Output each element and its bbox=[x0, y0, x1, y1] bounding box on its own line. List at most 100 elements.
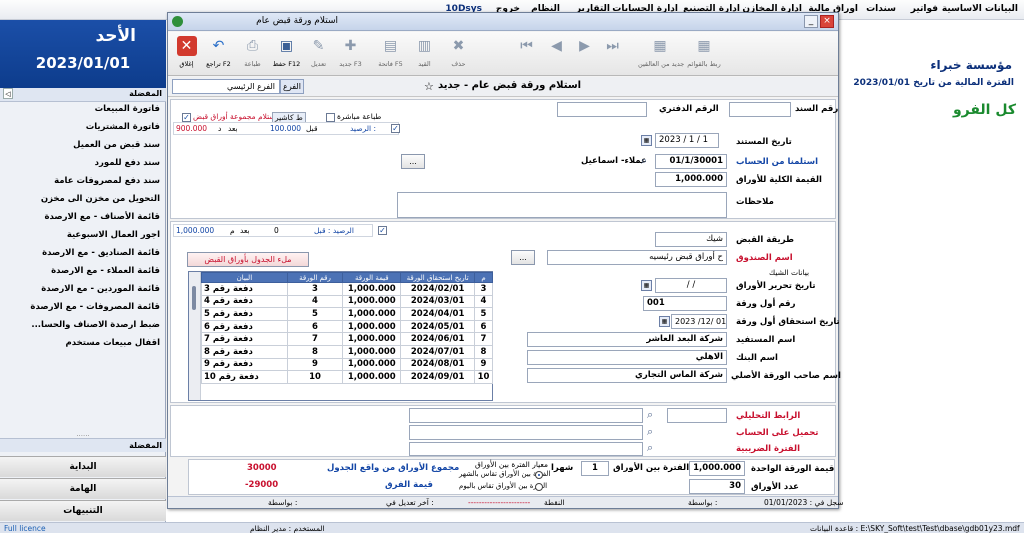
col-value[interactable]: قيمة الورقة bbox=[342, 272, 402, 283]
table-row[interactable]: دفعة رقم 8 8 1,000.000 2024/07/01 8 bbox=[201, 344, 493, 359]
menu-basic-data[interactable]: البيانات الاساسية bbox=[942, 4, 1018, 14]
entry-button[interactable]: ▥ القيد bbox=[410, 34, 439, 74]
opt-day-radio[interactable] bbox=[535, 483, 543, 491]
bank-field[interactable]: الاهلي bbox=[527, 350, 727, 365]
link-lists-button[interactable]: ▦ ربط بالقوائم bbox=[684, 34, 724, 74]
count-field[interactable]: 30 bbox=[689, 479, 745, 494]
fav-balance-adjust[interactable]: ضبط ارصدة الاصناف والحسا... bbox=[0, 320, 160, 330]
print-button[interactable]: ⎙ طباعة bbox=[238, 34, 267, 74]
analytic-code-field[interactable] bbox=[667, 408, 727, 423]
balance1-after: 900.000 bbox=[176, 124, 208, 133]
tax-period-field[interactable] bbox=[409, 442, 643, 456]
grid-scrollbar[interactable] bbox=[189, 272, 201, 400]
table-row[interactable]: دفعة رقم 7 7 1,000.000 2024/06/01 7 bbox=[201, 332, 493, 346]
edit-button[interactable]: ✎ تعديل bbox=[304, 34, 333, 74]
close-window-button[interactable]: × bbox=[820, 15, 834, 28]
account-code-field[interactable]: 01/1/30001 bbox=[655, 154, 727, 169]
prev-record-button[interactable]: ◀ bbox=[542, 34, 571, 74]
total-value-field[interactable]: 1,000.000 bbox=[655, 172, 727, 187]
day-name: الأحد bbox=[95, 26, 136, 46]
summary-panel: 30000 مجموع الأوراق من واقع الجدول 29000… bbox=[188, 459, 835, 495]
fill-table-button[interactable]: ملء الجدول بأوراق القبض bbox=[187, 252, 309, 267]
col-description[interactable]: البيان bbox=[201, 272, 288, 283]
fav-weekly-wages[interactable]: اجور العمال الاسبوعية bbox=[0, 230, 160, 240]
period-field[interactable]: 1 bbox=[581, 461, 609, 476]
receive-group-checkbox[interactable]: ✓ bbox=[182, 113, 191, 122]
table-row[interactable]: دفعة رقم 6 6 1,000.000 2024/05/01 6 bbox=[201, 319, 493, 334]
balance-checkbox-1[interactable]: ✓ bbox=[391, 124, 400, 133]
branch-select[interactable]: الفرع الرئيسي bbox=[172, 79, 280, 94]
last-icon: ⏭ bbox=[606, 38, 619, 54]
collapse-icon[interactable]: ◁ bbox=[3, 88, 13, 99]
first-no-field[interactable]: 001 bbox=[643, 296, 727, 311]
grid-scroll-thumb[interactable] bbox=[192, 286, 196, 310]
fav-supplier-payment[interactable]: سند دفع للمورد bbox=[0, 158, 160, 168]
account-browse-button[interactable]: ... bbox=[401, 154, 425, 169]
method-select[interactable]: شيك bbox=[655, 232, 727, 247]
box-select[interactable]: ح أوراق قبض رئيسيه bbox=[547, 250, 727, 265]
issue-calendar-icon[interactable]: ▦ bbox=[641, 280, 652, 291]
menu-vouchers[interactable]: سندات bbox=[866, 4, 896, 14]
fav-expenses-list[interactable]: قائمة المصروفات - مع الارصدة bbox=[0, 302, 160, 312]
fav-customers-list[interactable]: قائمة العملاء - مع الارصدة bbox=[0, 266, 160, 276]
period-label: الفترة بين الأوراق bbox=[613, 463, 690, 473]
table-row[interactable]: دفعة رقم 4 4 1,000.000 2024/03/01 4 bbox=[201, 294, 493, 309]
fav-customer-receipt[interactable]: سند قبض من العميل bbox=[0, 140, 160, 150]
minimize-button[interactable]: _ bbox=[804, 15, 818, 28]
tax-search-icon[interactable]: ⌕ bbox=[647, 441, 660, 454]
notes-field[interactable] bbox=[397, 192, 727, 218]
doc-date-field[interactable]: 2023 / 1 / 1 bbox=[655, 133, 719, 148]
important-button[interactable]: الهامة bbox=[0, 478, 166, 499]
box-browse-button[interactable]: ... bbox=[511, 250, 535, 265]
unit-value-field[interactable]: 1,000.000 bbox=[689, 461, 745, 476]
papers-grid[interactable]: البيان رقم الورقة قيمة الورقة تاريخ استح… bbox=[188, 271, 493, 401]
due-date-field[interactable]: 2023 /12/ 01 bbox=[671, 314, 727, 329]
office-no-field[interactable] bbox=[557, 102, 647, 117]
load-account-field[interactable] bbox=[409, 425, 643, 440]
col-index[interactable]: م bbox=[474, 272, 493, 283]
load-search-icon[interactable]: ⌕ bbox=[647, 425, 660, 438]
start-button[interactable]: البداية bbox=[0, 456, 166, 477]
issue-date-field[interactable]: / / bbox=[655, 278, 727, 293]
last-record-button[interactable]: ⏭ bbox=[598, 34, 627, 74]
opt-month-radio[interactable] bbox=[535, 471, 543, 479]
save-button[interactable]: ▣ حفظ F12 bbox=[272, 34, 301, 74]
splitter-dots[interactable]: ...... bbox=[0, 430, 166, 438]
table-row[interactable]: دفعة رقم 5 5 1,000.000 2024/04/01 5 bbox=[201, 307, 493, 321]
beneficiary-field[interactable]: شركة البعد العاشر bbox=[527, 332, 727, 347]
analytic-link-field[interactable] bbox=[409, 408, 643, 423]
fav-purchase-invoice[interactable]: فاتورة المشتريات bbox=[0, 122, 160, 132]
menu-invoices[interactable]: فواتير bbox=[911, 4, 938, 14]
search-icon[interactable]: ⌕ bbox=[641, 154, 654, 167]
star-icon[interactable]: ☆ bbox=[424, 80, 434, 93]
first-record-button[interactable]: ⏮ bbox=[512, 34, 541, 74]
close-button[interactable]: ✕ إغلاق bbox=[172, 34, 201, 74]
balance-checkbox-2[interactable]: ✓ bbox=[378, 226, 387, 235]
fav-boxes-list[interactable]: قائمة الصناديق - مع الارصدة bbox=[0, 248, 160, 258]
new-button[interactable]: ✚ جديد F3 bbox=[336, 34, 365, 74]
owner-field[interactable]: شركة الماس التجاري bbox=[527, 368, 727, 383]
fav-items-list[interactable]: قائمة الأصناف - مع الارصدة bbox=[0, 212, 160, 222]
fav-close-user-sales[interactable]: اقفال مبيعات مستخدم bbox=[0, 338, 160, 348]
direct-print-checkbox[interactable] bbox=[326, 113, 335, 122]
table-row[interactable]: دفعة رقم 9 9 1,000.000 2024/08/01 9 bbox=[201, 357, 493, 372]
open-button[interactable]: ▤ فاتحة F5 bbox=[376, 34, 405, 74]
table-row[interactable]: دفعة رقم 3 3 1,000.000 2024/02/01 3 bbox=[201, 282, 493, 296]
analytic-search-icon[interactable]: ⌕ bbox=[647, 408, 660, 421]
next-record-button[interactable]: ▶ bbox=[570, 34, 599, 74]
undo-button[interactable]: ↶ تراجع F2 bbox=[204, 34, 233, 74]
table-row[interactable]: دفعة رقم 10 10 1,000.000 2024/09/01 10 bbox=[201, 370, 493, 384]
delete-button[interactable]: ✖ حذف bbox=[444, 34, 473, 74]
points-value: ----------------------- bbox=[468, 498, 531, 507]
fav-suppliers-list[interactable]: قائمة الموردين - مع الارصدة bbox=[0, 284, 160, 294]
due-calendar-icon[interactable]: ▦ bbox=[659, 316, 670, 327]
col-due-date[interactable]: تاريخ استحقاق الورقة bbox=[400, 272, 476, 283]
alerts-button[interactable]: التنبيهات bbox=[0, 500, 166, 521]
new-from-pending-button[interactable]: ▦ جديد من العالقين bbox=[638, 34, 684, 74]
fav-sales-invoice[interactable]: فاتورة المبيعات bbox=[0, 104, 160, 114]
doc-no-field[interactable] bbox=[729, 102, 791, 117]
fav-expense-payment[interactable]: سند دفع لمصروفات عامة bbox=[0, 176, 160, 186]
calendar-icon[interactable]: ▦ bbox=[641, 135, 652, 146]
col-paper-no[interactable]: رقم الورقة bbox=[286, 272, 344, 283]
fav-store-transfer[interactable]: التحويل من مخزن الى مخزن bbox=[0, 194, 160, 204]
